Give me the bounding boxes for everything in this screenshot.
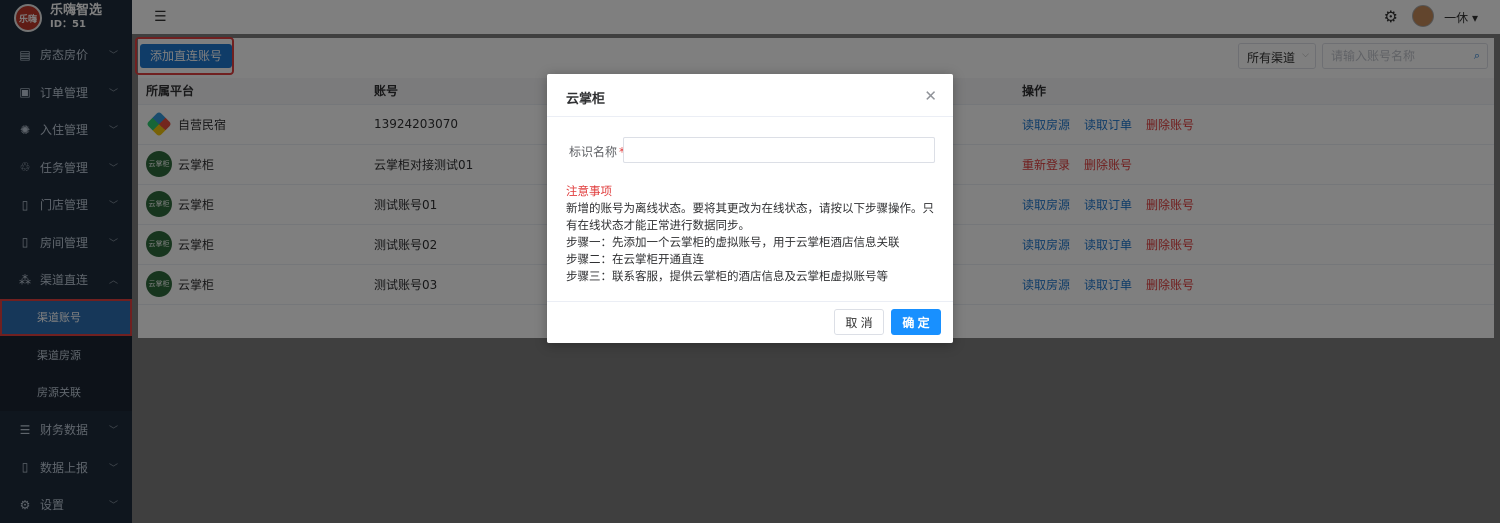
yunzhanggui-dialog: 云掌柜 ✕ 标识名称* 注意事项 新增的账号为离线状态。要将其更改为在线状态，请… [547, 74, 953, 343]
notice-line: 新增的账号为离线状态。要将其更改为在线状态，请按以下步骤操作。只有在线状态才能正… [566, 201, 934, 232]
notice-line: 步骤二：在云掌柜开通直连 [566, 252, 704, 266]
close-icon[interactable]: ✕ [924, 87, 937, 105]
confirm-button[interactable]: 确 定 [891, 309, 941, 335]
cancel-button[interactable]: 取 消 [834, 309, 884, 335]
notice-line: 步骤一：先添加一个云掌柜的虚拟账号，用于云掌柜酒店信息关联 [566, 235, 900, 249]
identifier-input[interactable] [623, 137, 935, 163]
notice-block: 注意事项 新增的账号为离线状态。要将其更改为在线状态，请按以下步骤操作。只有在线… [566, 183, 936, 285]
sidebar-overlay [0, 0, 132, 523]
notice-title: 注意事项 [566, 184, 612, 198]
notice-line: 步骤三：联系客服，提供云掌柜的酒店信息及云掌柜虚拟账号等 [566, 269, 888, 283]
dialog-title: 云掌柜 [566, 92, 606, 107]
dialog-body: 标识名称* 注意事项 新增的账号为离线状态。要将其更改为在线状态，请按以下步骤操… [547, 116, 953, 302]
identifier-label: 标识名称* [569, 145, 625, 159]
